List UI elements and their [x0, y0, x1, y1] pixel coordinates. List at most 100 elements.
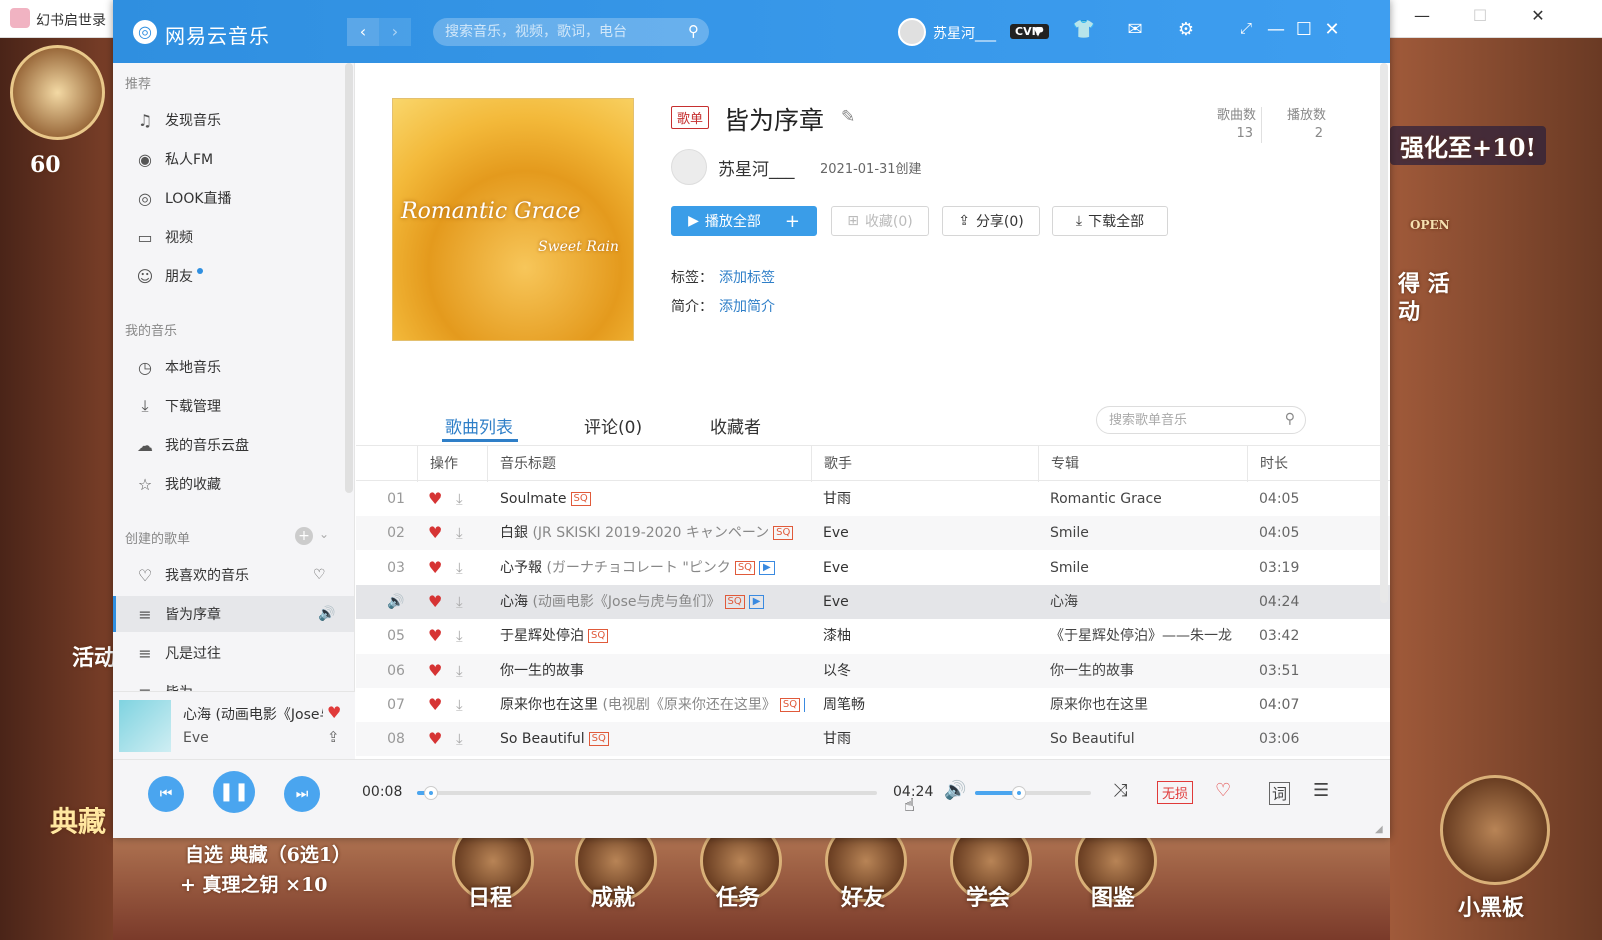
song-title-cell[interactable]: 原来你也在这里 (电视剧《原来你还在这里》SQ▶ — [500, 688, 805, 722]
song-album[interactable]: 原来你也在这里 — [1050, 688, 1245, 722]
game-collection-title[interactable]: 典藏 — [50, 800, 106, 840]
close-icon[interactable]: ✕ — [1524, 6, 1552, 25]
like-heart-icon[interactable]: ♥ — [428, 654, 442, 688]
sidebar-scrollbar[interactable] — [345, 63, 353, 493]
table-row[interactable]: 08 ♥ ⤓ So Beautiful SQ 甘雨 So Beautiful 03:06 — [356, 722, 1390, 757]
like-heart-icon[interactable]: ♥ — [428, 585, 442, 619]
table-row[interactable]: 01 ♥ ⤓ Soulmate SQ 甘雨 Romantic Grace 04:05 — [356, 482, 1390, 516]
mv-play-icon[interactable]: ▶ — [759, 560, 775, 575]
sidebar-item-collection[interactable]: ☆ 我的收藏 — [113, 466, 354, 502]
sidebar-item-playlist[interactable]: ≡ 凡是过往 — [113, 635, 354, 671]
sidebar-item-cloud[interactable]: ☁ 我的音乐云盘 — [113, 427, 354, 463]
song-title-cell[interactable]: So Beautiful SQ — [500, 722, 805, 756]
song-artist[interactable]: 甘雨 — [823, 482, 1033, 516]
resize-handle-icon[interactable]: ◢ — [1375, 824, 1383, 835]
song-title-cell[interactable]: 你一生的故事 — [500, 654, 805, 688]
download-icon[interactable]: ⤓ — [456, 585, 463, 619]
search-icon[interactable]: ⚲ — [1285, 411, 1295, 427]
share-icon[interactable]: ⇪ — [327, 728, 340, 746]
playlist-cover[interactable]: Romantic Grace Sweet Rain — [392, 98, 634, 341]
now-playing-title[interactable]: 心海 (动画电影《Jose与虎与鱼们》中文主题曲) — [183, 704, 323, 724]
app-minimize-icon[interactable]: — — [1263, 19, 1289, 40]
like-heart-icon[interactable]: ♥ — [327, 703, 341, 722]
app-close-icon[interactable]: ✕ — [1319, 19, 1345, 40]
song-album[interactable]: Smile — [1050, 516, 1245, 550]
forward-button[interactable]: › — [379, 18, 411, 46]
download-icon[interactable]: ⤓ — [456, 516, 463, 550]
tab-comments[interactable]: 评论(0) — [584, 413, 642, 438]
song-album[interactable]: Smile — [1050, 551, 1245, 585]
header-album[interactable]: 专辑 — [1038, 446, 1247, 482]
sidebar-item-fm[interactable]: ◉ 私人FM — [113, 141, 354, 177]
download-icon[interactable]: ⤓ — [456, 551, 463, 585]
next-track-button[interactable]: ⏭ — [284, 776, 320, 812]
song-title-cell[interactable]: 白銀 (JR SKISKI 2019-2020 キャンペーン SQ — [500, 516, 805, 550]
mv-play-icon[interactable]: ▶ — [804, 697, 805, 712]
like-heart-icon[interactable]: ♥ — [428, 551, 442, 585]
download-icon[interactable]: ⤓ — [456, 654, 463, 688]
game-blackboard-icon[interactable] — [1440, 775, 1550, 885]
maximize-icon[interactable]: ☐ — [1466, 6, 1494, 25]
game-activity-text[interactable]: 活动 — [72, 640, 116, 672]
download-icon[interactable]: ⤓ — [456, 722, 463, 756]
playlist-search-input[interactable] — [1109, 407, 1279, 433]
add-intro-link[interactable]: 添加简介 — [719, 296, 775, 316]
like-heart-icon[interactable]: ♥ — [428, 482, 442, 516]
song-artist[interactable]: 以冬 — [823, 654, 1033, 688]
like-heart-icon[interactable]: ♥ — [428, 516, 442, 550]
table-row[interactable]: 06 ♥ ⤓ 你一生的故事 以冬 你一生的故事 03:51 — [356, 653, 1390, 688]
shuffle-icon[interactable]: ⤨ — [1113, 780, 1127, 801]
user-avatar[interactable] — [898, 18, 926, 46]
song-title-cell[interactable]: 心海 (动画电影《Jose与虎与鱼们》 SQ ▶ — [500, 585, 805, 619]
collect-button[interactable]: ⊞ 收藏(0) — [831, 206, 929, 236]
sidebar-item-playlist[interactable]: ≡ 皆为 — [113, 674, 354, 692]
progress-knob[interactable] — [423, 786, 438, 800]
song-title-cell[interactable]: Soulmate SQ — [500, 482, 805, 516]
now-playing-cover[interactable] — [119, 700, 171, 752]
pause-button[interactable]: ❚❚ — [213, 771, 255, 813]
song-album[interactable]: 《于星辉处停泊》——朱一龙 — [1050, 619, 1245, 653]
progress-bar[interactable] — [417, 786, 877, 800]
sidebar-item-local[interactable]: ◷ 本地音乐 — [113, 349, 354, 385]
song-album[interactable]: 心海 — [1050, 585, 1245, 619]
table-row[interactable]: 07♥⤓原来你也在这里 (电视剧《原来你还在这里》SQ▶周笔畅原来你也在这里04… — [356, 688, 1390, 722]
song-artist[interactable]: Eve — [823, 551, 1033, 585]
game-event-text[interactable]: 得 活动 — [1398, 270, 1458, 326]
tab-song-list[interactable]: 歌曲列表 — [445, 413, 513, 438]
play-all-button[interactable]: ▶ 播放全部 + — [671, 206, 817, 236]
previous-track-button[interactable]: ⏮ — [148, 776, 184, 812]
table-row[interactable]: 02 ♥ ⤓ 白銀 (JR SKISKI 2019-2020 キャンペーン SQ Eve S… — [356, 516, 1390, 551]
song-artist[interactable]: 甘雨 — [823, 722, 1033, 756]
add-playlist-icon[interactable]: + — [295, 527, 313, 545]
quality-badge[interactable]: 无损 — [1157, 781, 1194, 804]
creator-name[interactable]: 苏星河___ — [718, 155, 795, 180]
song-title-cell[interactable]: 心予報 (ガーナチョコレート "ピンク SQ ▶ — [500, 551, 805, 585]
game-avatar[interactable] — [10, 45, 105, 140]
lyrics-button[interactable]: 词 — [1269, 782, 1291, 805]
sidebar-item-discover[interactable]: ♫ 发现音乐 — [113, 102, 354, 138]
collapse-chevron-down-icon[interactable]: ⌄ — [319, 527, 329, 541]
playlist-queue-icon[interactable]: ☰ — [1313, 780, 1329, 801]
sidebar-item-playlist-active[interactable]: ≡ 皆为序章 🔊 — [113, 596, 354, 632]
share-button[interactable]: ⇪ 分享(0) — [942, 206, 1040, 236]
sidebar-item-live[interactable]: ◎ LOOK直播 — [113, 180, 354, 216]
header-duration[interactable]: 时长 — [1247, 446, 1377, 482]
now-playing-artist[interactable]: Eve — [183, 730, 209, 746]
song-title-cell[interactable]: 于星辉处停泊 SQ — [500, 619, 805, 653]
add-tags-link[interactable]: 添加标签 — [719, 267, 775, 287]
sidebar-item-friends[interactable]: ☺ 朋友 — [113, 258, 354, 294]
song-album[interactable]: So Beautiful — [1050, 722, 1245, 756]
song-album[interactable]: Romantic Grace — [1050, 482, 1245, 516]
heartbeat-mode-icon[interactable]: ♡ — [313, 567, 326, 583]
download-icon[interactable]: ⤓ — [456, 688, 463, 722]
table-row[interactable]: 03 ♥ ⤓ 心予報 (ガーナチョコレート "ピンク SQ ▶ Eve Smile 03:19 — [356, 551, 1390, 585]
app-maximize-icon[interactable]: ☐ — [1291, 19, 1317, 40]
song-artist[interactable]: 漆柚 — [823, 619, 1033, 653]
song-artist[interactable]: Eve — [823, 585, 1033, 619]
like-heart-icon[interactable]: ♥ — [428, 619, 442, 653]
table-row[interactable]: 05 ♥ ⤓ 于星辉处停泊 SQ 漆柚 《于星辉处停泊》——朱一龙 03:42 — [356, 619, 1390, 653]
sidebar-item-downloads[interactable]: ⤓ 下载管理 — [113, 388, 354, 424]
search-icon[interactable]: ⚲ — [688, 22, 699, 40]
mini-mode-icon[interactable]: ⤢ — [1233, 19, 1259, 37]
global-search-input[interactable] — [445, 18, 675, 46]
